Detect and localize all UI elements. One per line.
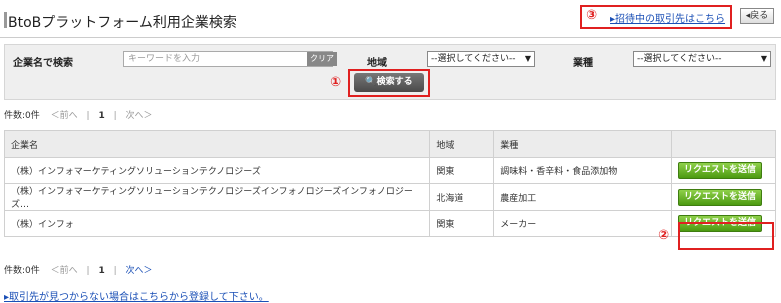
industry-cell: メーカー	[493, 210, 672, 237]
register-partner-link[interactable]: ▸取引先が見つからない場合はこちらから登録して下さい。	[4, 288, 269, 303]
column-header-industry: 業種	[493, 130, 672, 158]
region-select-value: --選択してください--	[431, 54, 516, 64]
current-page: 1	[98, 266, 105, 276]
callout-marker-3: ③	[586, 8, 598, 23]
back-button[interactable]: ◂戻る	[740, 8, 774, 24]
column-header-region: 地域	[429, 130, 495, 158]
invited-partners-link[interactable]: ▸招待中の取引先はこちら	[610, 10, 725, 25]
result-count: 件数:0件	[4, 266, 40, 276]
industry-label: 業種	[573, 58, 593, 69]
region-select[interactable]: --選択してください-- ▼	[427, 51, 535, 67]
industry-select[interactable]: --選択してください-- ▼	[633, 51, 771, 67]
industry-cell: 農産加工	[493, 183, 672, 211]
prev-link: ＜前へ	[50, 266, 78, 276]
region-cell: 関東	[429, 210, 495, 237]
pager-separator: |	[86, 266, 90, 276]
page-header: BtoBプラットフォーム利用企業検索 ③ ▸招待中の取引先はこちら ◂戻る	[0, 0, 781, 38]
send-request-button[interactable]: リクエストを送信	[677, 188, 762, 206]
company-cell: （株）インフォ	[3, 210, 431, 237]
callout-marker-2: ②	[658, 228, 670, 243]
chevron-down-icon: ▼	[524, 54, 531, 63]
chevron-down-icon: ▼	[760, 54, 767, 63]
industry-cell: 調味料・香辛料・食品添加物	[493, 157, 672, 184]
result-count: 件数:0件	[4, 111, 40, 121]
send-request-button[interactable]: リクエストを送信	[677, 162, 762, 179]
action-cell: リクエストを送信	[670, 157, 777, 184]
title-accent-bar	[4, 12, 7, 28]
current-page: 1	[98, 111, 105, 121]
table-row: （株）インフォマーケティングソリューションテクノロジーズ 関東 調味料・香辛料・…	[3, 157, 777, 184]
page-title: BtoBプラットフォーム利用企業検索	[8, 15, 237, 31]
company-cell: （株）インフォマーケティングソリューションテクノロジーズインフォノロジーズインフ…	[3, 183, 431, 211]
pager-separator: |	[113, 266, 117, 276]
keyword-input[interactable]: キーワードを入力	[123, 51, 333, 67]
prev-link: ＜前へ	[50, 111, 78, 121]
region-cell: 北海道	[429, 183, 495, 211]
pager-top: 件数:0件 ＜前へ | 1 | 次へ＞	[4, 108, 153, 121]
pager-separator: |	[113, 111, 117, 121]
pager-separator: |	[86, 111, 90, 121]
column-header-action	[670, 130, 777, 158]
callout-marker-1: ①	[330, 75, 342, 90]
industry-select-value: --選択してください--	[637, 54, 722, 64]
table-row: （株）インフォマーケティングソリューションテクノロジーズインフォノロジーズインフ…	[3, 183, 777, 211]
search-button[interactable]: 🔍検索する	[354, 73, 424, 92]
company-cell: （株）インフォマーケティングソリューションテクノロジーズ	[3, 157, 431, 184]
results-table: 企業名 地域 業種 （株）インフォマーケティングソリューションテクノロジーズ 関…	[3, 130, 777, 237]
pager-bottom: 件数:0件 ＜前へ | 1 | 次へ＞	[4, 263, 153, 276]
company-name-label: 企業名で検索	[13, 58, 73, 69]
table-header-row: 企業名 地域 業種	[3, 130, 777, 158]
next-link: 次へ＞	[125, 111, 153, 121]
request-highlight-box	[678, 222, 774, 250]
action-cell: リクエストを送信	[670, 183, 777, 211]
column-header-company: 企業名	[3, 130, 431, 158]
next-link[interactable]: 次へ＞	[126, 266, 153, 276]
clear-button[interactable]: クリア	[307, 52, 337, 66]
region-label: 地域	[367, 58, 387, 69]
region-cell: 関東	[429, 157, 495, 184]
